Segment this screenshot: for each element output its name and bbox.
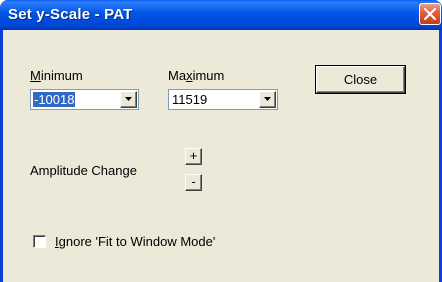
title-bar[interactable]: Set y-Scale - PAT [0, 0, 442, 30]
dialog-window: Set y-Scale - PAT Minimum -10018 Maximum… [0, 0, 442, 282]
chevron-down-icon [125, 97, 132, 101]
ignore-fit-checkbox[interactable] [33, 235, 46, 248]
ignore-fit-label[interactable]: Ignore 'Fit to Window Mode' [55, 234, 215, 249]
close-button[interactable]: Close [315, 65, 406, 94]
close-icon [424, 8, 436, 20]
dialog-body: Minimum -10018 Maximum 11519 Close Ampli… [3, 30, 439, 282]
minimum-combobox[interactable]: -10018 [30, 89, 139, 110]
maximum-combobox[interactable]: 11519 [168, 89, 278, 110]
amplitude-decrease-button[interactable]: - [185, 174, 202, 191]
minimum-label: Minimum [30, 68, 83, 83]
minimum-value[interactable]: -10018 [33, 92, 76, 107]
window-close-button[interactable] [419, 3, 441, 25]
maximum-dropdown-button[interactable] [259, 91, 276, 108]
chevron-down-icon [264, 97, 271, 101]
maximum-value[interactable]: 11519 [171, 92, 208, 107]
maximum-label: Maximum [168, 68, 225, 83]
window-title: Set y-Scale - PAT [8, 6, 133, 23]
amplitude-change-label: Amplitude Change [30, 163, 137, 178]
minimum-dropdown-button[interactable] [120, 91, 137, 108]
amplitude-increase-button[interactable]: + [185, 148, 202, 165]
